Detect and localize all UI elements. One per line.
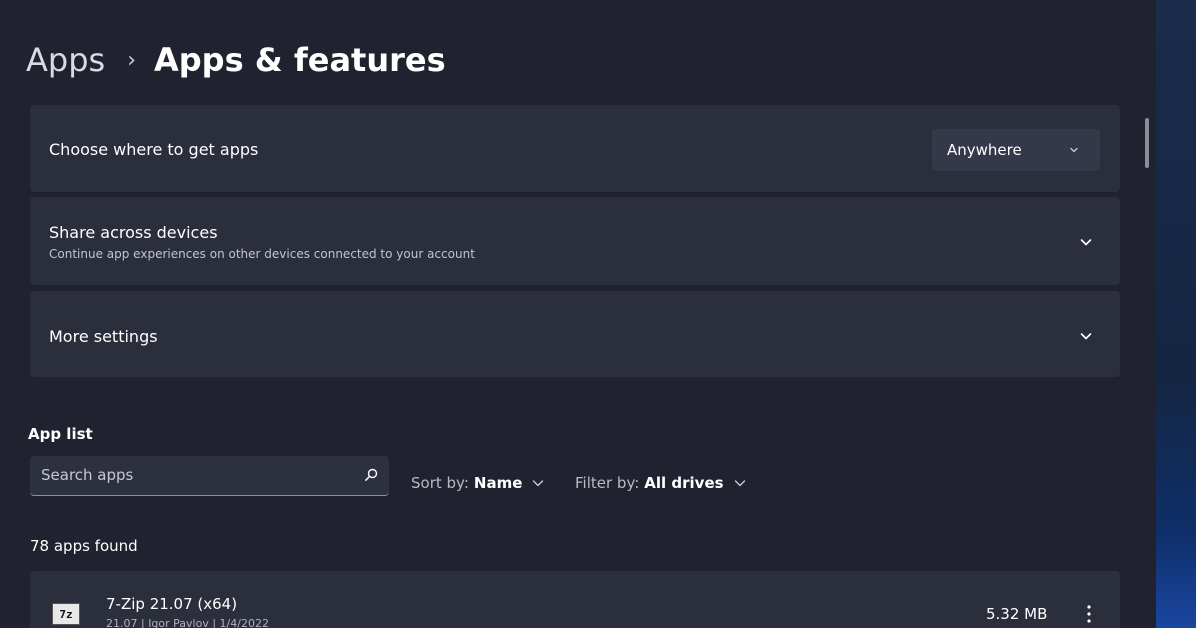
7zip-app-icon: 7z (52, 603, 80, 625)
chevron-down-icon[interactable] (1078, 234, 1094, 250)
desktop-background (1156, 0, 1196, 628)
scrollbar-thumb[interactable] (1145, 118, 1149, 168)
apps-found-count: 78 apps found (30, 537, 138, 555)
app-meta: 21.07 | Igor Pavlov | 1/4/2022 (106, 617, 269, 628)
chevron-down-icon (533, 480, 544, 487)
search-input[interactable] (30, 456, 350, 494)
app-name: 7-Zip 21.07 (x64) (106, 595, 238, 613)
filter-by-dropdown[interactable]: Filter by: All drives (575, 474, 747, 492)
settings-window: Apps › Apps & features Choose where to g… (0, 0, 1156, 628)
app-size: 5.32 MB (986, 605, 1048, 623)
share-across-devices-card[interactable]: Share across devices Continue app experi… (30, 197, 1120, 285)
dropdown-selected-value: Anywhere (947, 141, 1022, 159)
filter-by-value: All drives (644, 474, 724, 492)
chevron-down-icon (1070, 147, 1078, 153)
more-vertical-icon[interactable] (1084, 603, 1094, 625)
where-to-get-apps-card: Choose where to get apps Anywhere (30, 105, 1120, 192)
sort-by-value: Name (473, 474, 523, 492)
more-settings-label: More settings (49, 327, 158, 346)
chevron-down-icon[interactable] (1078, 328, 1094, 344)
breadcrumb: Apps › Apps & features (26, 38, 446, 82)
share-across-devices-description: Continue app experiences on other device… (49, 247, 475, 261)
chevron-down-icon (734, 480, 745, 487)
app-list-heading: App list (28, 425, 93, 443)
filter-by-label: Filter by: (575, 474, 640, 492)
share-across-devices-label: Share across devices (49, 223, 218, 242)
where-to-get-apps-label: Choose where to get apps (49, 140, 259, 159)
sort-by-label: Sort by: (411, 474, 469, 492)
search-box[interactable] (30, 456, 389, 496)
breadcrumb-separator: › (127, 47, 136, 73)
where-to-get-apps-dropdown[interactable]: Anywhere (932, 129, 1100, 171)
search-icon[interactable] (363, 467, 379, 483)
breadcrumb-apps-link[interactable]: Apps (26, 41, 105, 79)
app-list-item[interactable]: 7z 7-Zip 21.07 (x64) 21.07 | Igor Pavlov… (30, 571, 1120, 628)
sort-by-dropdown[interactable]: Sort by: Name (411, 474, 545, 492)
page-title: Apps & features (154, 41, 446, 79)
more-settings-card[interactable]: More settings (30, 291, 1120, 377)
